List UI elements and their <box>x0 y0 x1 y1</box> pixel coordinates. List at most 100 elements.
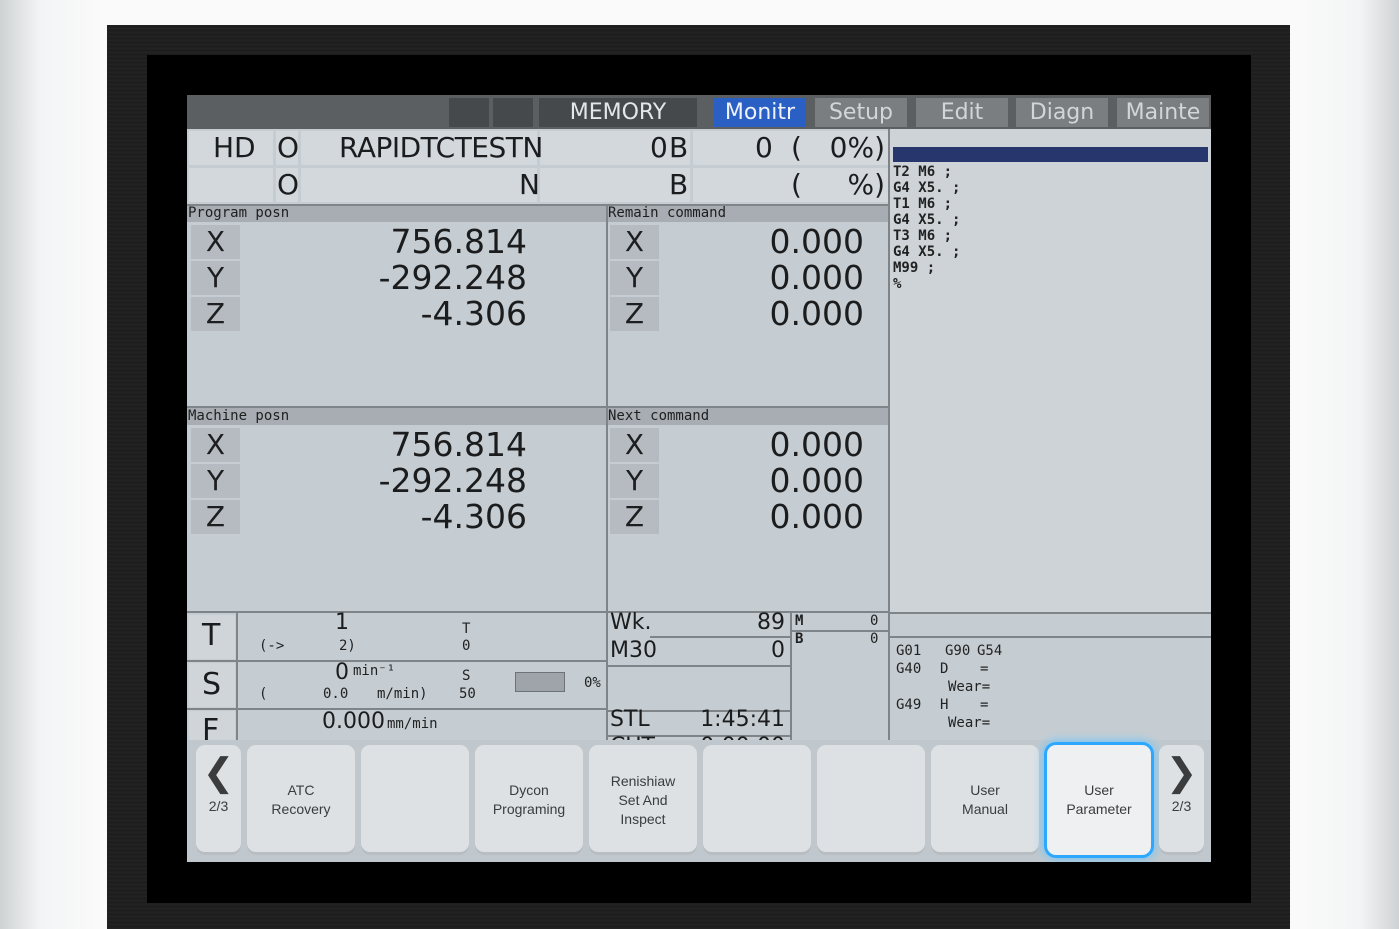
program-x-value: 756.814 <box>390 222 527 261</box>
next-z-value: 0.000 <box>769 497 864 536</box>
remain-y-value: 0.000 <box>769 258 864 297</box>
modal-g01: G01 <box>896 643 922 659</box>
tab-edit[interactable]: Edit <box>916 98 1008 127</box>
axis-x: X <box>610 428 659 462</box>
axis-z: Z <box>191 297 240 331</box>
listing-line: T2 M6 ; <box>893 164 953 180</box>
softkey-atc-recovery[interactable]: ATC Recovery <box>247 745 355 855</box>
surface-unit: m/min) <box>377 686 428 702</box>
axis-y: Y <box>610 464 659 498</box>
feed-value: 0.000 <box>322 709 385 734</box>
machine-posn-title: Machine posn <box>188 408 290 424</box>
listing-line: T1 M6 ; <box>893 196 953 212</box>
run-mode: MEMORY <box>539 98 697 127</box>
modal-h: H <box>940 697 949 713</box>
tool-label: T <box>202 618 221 653</box>
modal-g90: G90 <box>945 643 971 659</box>
tool-arrow: (-> <box>259 638 285 654</box>
machine-posn-panel: Machine posn X Y Z 756.814 -292.248 -4.3… <box>187 408 606 611</box>
spindle-load-bar <box>515 672 565 692</box>
paren-open-2: ( <box>791 168 802 201</box>
next-page-button[interactable]: ❯ 2/3 <box>1159 745 1204 855</box>
next-tool: 2) <box>339 638 356 654</box>
modal-eq: = <box>980 661 989 677</box>
wk-value: 89 <box>757 610 785 635</box>
m-value: 0 <box>870 613 879 629</box>
listing-line: G4 X5. ; <box>893 244 961 260</box>
tab-mainte[interactable]: Mainte <box>1117 98 1209 127</box>
program-listing-panel[interactable]: T2 M6 ; G4 X5. ; T1 M6 ; G4 X5. ; T3 M6 … <box>890 129 1211 612</box>
program-info: HD O RAPIDTCTESTN 0 B 0 ( 0%) O N B ( %) <box>187 129 888 205</box>
next-command-title: Next command <box>608 408 710 424</box>
current-block-highlight <box>893 147 1208 162</box>
remain-command-title: Remain command <box>608 205 727 221</box>
program-posn-title: Program posn <box>188 205 290 221</box>
program-z-value: -4.306 <box>420 294 527 333</box>
status-slot-2 <box>493 98 533 127</box>
softkey-blank-2[interactable] <box>703 745 811 855</box>
axis-y: Y <box>191 464 240 498</box>
top-bar: MEMORY Monitr Setup Edit Diagn Mainte <box>187 95 1211 129</box>
program-y-value: -292.248 <box>378 258 527 297</box>
b-label-2: B <box>669 168 689 201</box>
page-indicator: 2/3 <box>208 798 229 814</box>
modal-d: D <box>940 661 949 677</box>
program-posn-panel: Program posn X Y Z 756.814 -292.248 -4.3… <box>187 205 606 406</box>
divider <box>890 612 1211 614</box>
remain-z-value: 0.000 <box>769 294 864 333</box>
softkey-blank-3[interactable] <box>817 745 925 855</box>
head-label: HD <box>213 131 256 164</box>
tab-setup[interactable]: Setup <box>815 98 907 127</box>
modal-g49: G49 <box>896 697 922 713</box>
t-label: T <box>462 621 471 637</box>
spindle-unit: min⁻¹ <box>353 663 396 679</box>
spindle-load: 0% <box>584 675 601 691</box>
softkey-user-manual[interactable]: User Manual <box>931 745 1039 855</box>
softkey-dycon-programing[interactable]: Dycon Programing <box>475 745 583 855</box>
n-label-2: N <box>519 168 540 201</box>
o-label-2: O <box>277 168 300 201</box>
sequence-number: 0 <box>650 131 668 164</box>
next-y-value: 0.000 <box>769 461 864 500</box>
softkey-renishaw-set-inspect[interactable]: Renishiaw Set And Inspect <box>589 745 697 855</box>
axis-y: Y <box>191 261 240 295</box>
feed-unit: mm/min <box>387 716 438 732</box>
m30-value: 0 <box>771 638 785 663</box>
o-label: O <box>277 131 300 164</box>
machine-z-value: -4.306 <box>420 497 527 536</box>
axis-y: Y <box>610 261 659 295</box>
spindle-label: S <box>202 667 222 702</box>
softkey-blank-1[interactable] <box>361 745 469 855</box>
machine-x-value: 756.814 <box>390 425 527 464</box>
work-panel: Wk. 89 M30 0 M 0 B 0 STL 1:45:41 CUT 0:0… <box>608 610 888 759</box>
spindle-speed: 0 <box>335 660 349 685</box>
listing-line: G4 X5. ; <box>893 212 961 228</box>
prev-page-button[interactable]: ❮ 2/3 <box>196 745 241 855</box>
softkey-user-parameter[interactable]: User Parameter <box>1047 745 1151 855</box>
divider <box>187 204 888 206</box>
page-indicator: 2/3 <box>1171 798 1192 814</box>
listing-line: M99 ; <box>893 260 936 276</box>
axis-x: X <box>191 225 240 259</box>
modal-wear: Wear= <box>948 715 991 731</box>
tab-diagn[interactable]: Diagn <box>1016 98 1108 127</box>
chevron-right-icon: ❯ <box>1165 752 1198 794</box>
modal-info: G01 G90 G54 G40 D = Wear= G49 H = Wear= <box>890 638 1211 740</box>
progress-percent: 0%) <box>829 131 885 164</box>
chevron-left-icon: ❮ <box>202 752 235 794</box>
cnc-screen: MEMORY Monitr Setup Edit Diagn Mainte HD… <box>187 95 1211 862</box>
m30-label: M30 <box>610 638 657 663</box>
tab-monitr[interactable]: Monitr <box>714 98 806 127</box>
program-name: RAPIDTCTESTN <box>339 131 543 164</box>
t-value: 0 <box>462 638 471 654</box>
axis-z: Z <box>191 500 240 534</box>
block-count: 0 <box>755 131 773 164</box>
listing-line: T3 M6 ; <box>893 228 953 244</box>
remain-command-panel: Remain command X Y Z 0.000 0.000 0.000 <box>608 205 888 406</box>
status-slot-1 <box>449 98 489 127</box>
next-command-panel: Next command X Y Z 0.000 0.000 0.000 <box>608 408 888 611</box>
surface-speed: 0.0 <box>323 686 349 702</box>
s-override: 50 <box>459 686 476 702</box>
modal-eq: = <box>980 697 989 713</box>
tool-number: 1 <box>335 610 349 635</box>
